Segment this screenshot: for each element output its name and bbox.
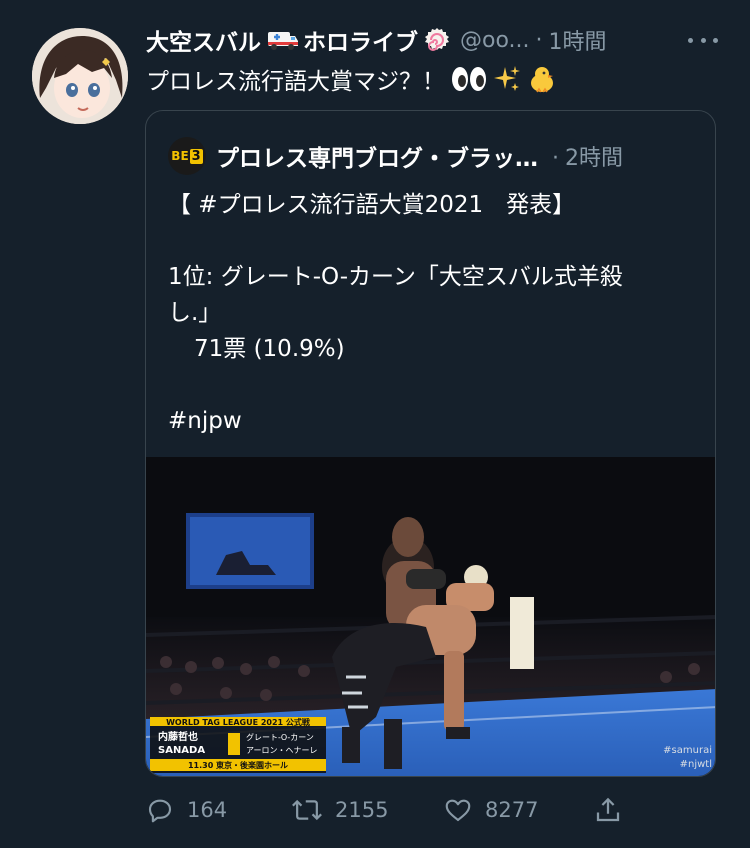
reply-count: 164 [187, 798, 228, 822]
naruto-emoji [424, 27, 450, 53]
overlay-tag1: #samurai [663, 745, 712, 756]
separator-dot: · [535, 27, 543, 53]
quoted-tweet-time: · 2時間 [552, 146, 623, 171]
quoted-line-votes: 71票 (10.9%) [194, 336, 345, 362]
wrestling-scene: WORLD TAG LEAGUE 2021 公式戦 内藤哲也 SANADA グレ… [146, 457, 715, 776]
like-count: 8277 [485, 798, 539, 822]
quoted-line-title: 【 #プロレス流行語大賞2021 発表】 [168, 192, 576, 218]
more-icon[interactable] [688, 26, 718, 54]
sparkles-emoji [493, 65, 521, 93]
overlay-venue: 11.30 東京・後楽園ホール [188, 760, 288, 770]
eyes-emoji [451, 66, 487, 92]
reply-icon [148, 799, 172, 823]
quoted-tweet[interactable]: BE 3 プロレス専門ブログ・ブラッ… · 2時間 【 #プロレス流行語大賞2021… [145, 110, 716, 777]
share-button[interactable] [593, 790, 623, 830]
tweet-actions: 164 2155 8277 [145, 790, 745, 830]
tweet-text-body: プロレス流行語大賞マジ？！ [146, 69, 445, 95]
quoted-line-phrase-end: し.」 [168, 300, 222, 326]
tweet-text: プロレス流行語大賞マジ？！ [146, 62, 557, 96]
quoted-line-rank: 1位: グレート-O-カーン「大空スバル式羊殺 [168, 264, 623, 290]
tweet-header: 大空スバル ホロライブ @oo... · 1時間 [146, 22, 726, 58]
reply-button[interactable]: 164 [145, 790, 227, 830]
quoted-tweet-body: 【 #プロレス流行語大賞2021 発表】 1位: グレート-O-カーン「大空スバ… [168, 187, 703, 439]
overlay-team1-b: SANADA [158, 745, 205, 756]
tweet-time[interactable]: 1時間 [549, 24, 607, 56]
quoted-hashtag[interactable]: #njpw [168, 403, 703, 439]
display-name-suffix[interactable]: ホロライブ [303, 23, 418, 57]
overlay-event: WORLD TAG LEAGUE 2021 公式戦 [166, 717, 311, 727]
quoted-media-image[interactable]: WORLD TAG LEAGUE 2021 公式戦 内藤哲也 SANADA グレ… [146, 457, 715, 776]
retweet-button[interactable]: 2155 [291, 790, 388, 830]
quoted-tweet-header: BE 3 プロレス専門ブログ・ブラッ… · 2時間 [168, 137, 623, 175]
quoted-account-avatar[interactable]: BE 3 [168, 137, 206, 175]
avatar-image [32, 28, 128, 124]
retweet-icon [292, 799, 322, 821]
quoted-account-name[interactable]: プロレス専門ブログ・ブラッ… [216, 139, 538, 173]
display-name[interactable]: 大空スバル [146, 23, 261, 57]
user-handle[interactable]: @oo... [460, 28, 530, 53]
like-icon [445, 799, 471, 822]
quoted-time-value: 2時間 [565, 146, 623, 171]
overlay-team2-b: アーロン・ヘナーレ [246, 746, 318, 755]
share-icon [596, 797, 620, 822]
overlay-team1-a: 内藤哲也 [158, 730, 198, 743]
avatar[interactable] [32, 28, 128, 124]
like-button[interactable]: 8277 [443, 790, 538, 830]
retweet-count: 2155 [335, 798, 389, 822]
ambulance-emoji [267, 28, 299, 52]
chick-emoji [527, 64, 557, 94]
overlay-team2-a: グレート-O-カーン [246, 732, 314, 742]
overlay-tag2: #njwtl [680, 759, 712, 770]
